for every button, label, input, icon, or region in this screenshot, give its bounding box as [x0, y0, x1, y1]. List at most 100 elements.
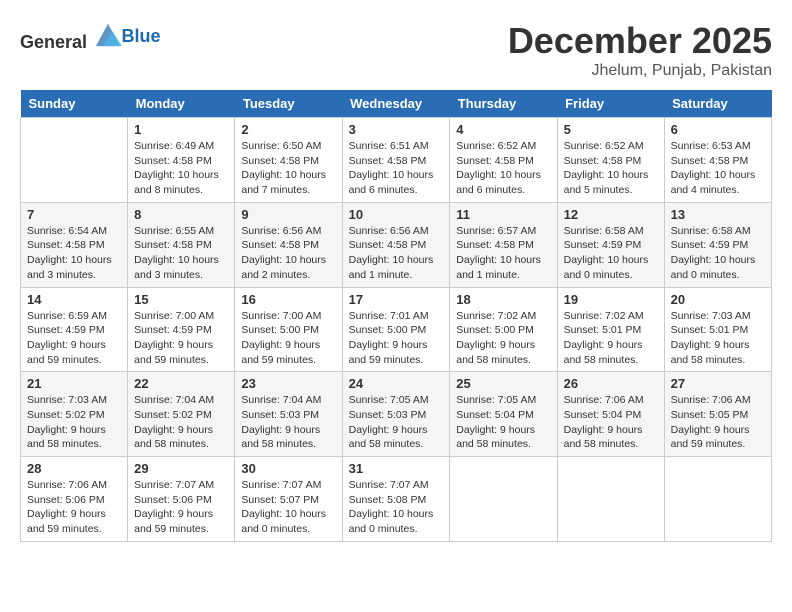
date-number: 15 [134, 292, 228, 307]
calendar-cell: 2 Sunrise: 6:50 AMSunset: 4:58 PMDaylight… [235, 118, 342, 203]
logo-general-text: General [20, 32, 87, 52]
date-number: 9 [241, 207, 335, 222]
cell-info: Sunrise: 7:07 AMSunset: 5:08 PMDaylight:… [349, 478, 444, 537]
calendar-cell: 30 Sunrise: 7:07 AMSunset: 5:07 PMDayligh… [235, 457, 342, 542]
cell-info: Sunrise: 7:01 AMSunset: 5:00 PMDaylight:… [349, 309, 444, 368]
cell-info: Sunrise: 6:55 AMSunset: 4:58 PMDaylight:… [134, 224, 228, 283]
date-number: 13 [671, 207, 765, 222]
calendar-cell [664, 457, 771, 542]
day-header-wednesday: Wednesday [342, 90, 450, 118]
cell-info: Sunrise: 6:58 AMSunset: 4:59 PMDaylight:… [564, 224, 658, 283]
cell-info: Sunrise: 6:53 AMSunset: 4:58 PMDaylight:… [671, 139, 765, 198]
calendar-cell: 26Sunrise: 7:06 AMSunset: 5:04 PMDayligh… [557, 372, 664, 457]
calendar-cell: 13 Sunrise: 6:58 AMSunset: 4:59 PMDayligh… [664, 202, 771, 287]
cell-info: Sunrise: 7:06 AMSunset: 5:05 PMDaylight:… [671, 393, 765, 452]
calendar-cell: 23Sunrise: 7:04 AMSunset: 5:03 PMDayligh… [235, 372, 342, 457]
cell-info: Sunrise: 6:57 AMSunset: 4:58 PMDaylight:… [456, 224, 550, 283]
calendar-cell [21, 118, 128, 203]
cell-info: Sunrise: 7:02 AMSunset: 5:00 PMDaylight:… [456, 309, 550, 368]
calendar-cell: 16 Sunrise: 7:00 AMSunset: 5:00 PMDayligh… [235, 287, 342, 372]
cell-info: Sunrise: 7:00 AMSunset: 5:00 PMDaylight:… [241, 309, 335, 368]
date-number: 11 [456, 207, 550, 222]
cell-info: Sunrise: 6:52 AMSunset: 4:58 PMDaylight:… [564, 139, 658, 198]
cell-info: Sunrise: 7:04 AMSunset: 5:02 PMDaylight:… [134, 393, 228, 452]
date-number: 22 [134, 376, 228, 391]
location-title: Jhelum, Punjab, Pakistan [508, 62, 772, 80]
calendar-cell [557, 457, 664, 542]
header-row: SundayMondayTuesdayWednesdayThursdayFrid… [21, 90, 772, 118]
date-number: 19 [564, 292, 658, 307]
date-number: 30 [241, 461, 335, 476]
cell-info: Sunrise: 6:50 AMSunset: 4:58 PMDaylight:… [241, 139, 335, 198]
day-header-friday: Friday [557, 90, 664, 118]
week-row-3: 14 Sunrise: 6:59 AMSunset: 4:59 PMDayligh… [21, 287, 772, 372]
calendar-cell: 19Sunrise: 7:02 AMSunset: 5:01 PMDayligh… [557, 287, 664, 372]
month-title: December 2025 [508, 20, 772, 62]
cell-info: Sunrise: 6:59 AMSunset: 4:59 PMDaylight:… [27, 309, 121, 368]
calendar-cell: 4Sunrise: 6:52 AMSunset: 4:58 PMDaylight… [450, 118, 557, 203]
date-number: 2 [241, 122, 335, 137]
day-header-monday: Monday [128, 90, 235, 118]
calendar-cell: 22 Sunrise: 7:04 AMSunset: 5:02 PMDayligh… [128, 372, 235, 457]
date-number: 3 [349, 122, 444, 137]
day-header-thursday: Thursday [450, 90, 557, 118]
cell-info: Sunrise: 6:49 AMSunset: 4:58 PMDaylight:… [134, 139, 228, 198]
date-number: 29 [134, 461, 228, 476]
date-number: 25 [456, 376, 550, 391]
date-number: 16 [241, 292, 335, 307]
cell-info: Sunrise: 7:05 AMSunset: 5:04 PMDaylight:… [456, 393, 550, 452]
cell-info: Sunrise: 7:07 AMSunset: 5:06 PMDaylight:… [134, 478, 228, 537]
calendar-cell: 14 Sunrise: 6:59 AMSunset: 4:59 PMDayligh… [21, 287, 128, 372]
logo-blue-text: Blue [122, 26, 161, 46]
date-number: 27 [671, 376, 765, 391]
calendar-cell: 21 Sunrise: 7:03 AMSunset: 5:02 PMDayligh… [21, 372, 128, 457]
calendar-cell: 18 Sunrise: 7:02 AMSunset: 5:00 PMDayligh… [450, 287, 557, 372]
date-number: 28 [27, 461, 121, 476]
calendar-cell: 17 Sunrise: 7:01 AMSunset: 5:00 PMDayligh… [342, 287, 450, 372]
calendar-cell: 1 Sunrise: 6:49 AMSunset: 4:58 PMDaylight… [128, 118, 235, 203]
date-number: 21 [27, 376, 121, 391]
calendar-cell: 9 Sunrise: 6:56 AMSunset: 4:58 PMDaylight… [235, 202, 342, 287]
calendar-cell: 15 Sunrise: 7:00 AMSunset: 4:59 PMDayligh… [128, 287, 235, 372]
cell-info: Sunrise: 7:03 AMSunset: 5:02 PMDaylight:… [27, 393, 121, 452]
calendar-cell: 29 Sunrise: 7:07 AMSunset: 5:06 PMDayligh… [128, 457, 235, 542]
calendar-cell: 6 Sunrise: 6:53 AMSunset: 4:58 PMDaylight… [664, 118, 771, 203]
date-number: 18 [456, 292, 550, 307]
date-number: 6 [671, 122, 765, 137]
date-number: 31 [349, 461, 444, 476]
week-row-5: 28 Sunrise: 7:06 AMSunset: 5:06 PMDayligh… [21, 457, 772, 542]
date-number: 14 [27, 292, 121, 307]
header: General Blue December 2025 Jhelum, Punja… [20, 20, 772, 80]
calendar-cell: 12Sunrise: 6:58 AMSunset: 4:59 PMDayligh… [557, 202, 664, 287]
calendar-cell: 5 Sunrise: 6:52 AMSunset: 4:58 PMDaylight… [557, 118, 664, 203]
cell-info: Sunrise: 6:51 AMSunset: 4:58 PMDaylight:… [349, 139, 444, 198]
cell-info: Sunrise: 6:56 AMSunset: 4:58 PMDaylight:… [349, 224, 444, 283]
calendar-cell: 28 Sunrise: 7:06 AMSunset: 5:06 PMDayligh… [21, 457, 128, 542]
date-number: 1 [134, 122, 228, 137]
day-header-sunday: Sunday [21, 90, 128, 118]
calendar-cell: 8Sunrise: 6:55 AMSunset: 4:58 PMDaylight… [128, 202, 235, 287]
calendar-cell: 7Sunrise: 6:54 AMSunset: 4:58 PMDaylight… [21, 202, 128, 287]
logo: General Blue [20, 20, 161, 53]
date-number: 5 [564, 122, 658, 137]
cell-info: Sunrise: 6:52 AMSunset: 4:58 PMDaylight:… [456, 139, 550, 198]
calendar-table: SundayMondayTuesdayWednesdayThursdayFrid… [20, 90, 772, 542]
calendar-cell: 25 Sunrise: 7:05 AMSunset: 5:04 PMDayligh… [450, 372, 557, 457]
cell-info: Sunrise: 6:56 AMSunset: 4:58 PMDaylight:… [241, 224, 335, 283]
calendar-cell: 24Sunrise: 7:05 AMSunset: 5:03 PMDayligh… [342, 372, 450, 457]
cell-info: Sunrise: 6:54 AMSunset: 4:58 PMDaylight:… [27, 224, 121, 283]
cell-info: Sunrise: 7:00 AMSunset: 4:59 PMDaylight:… [134, 309, 228, 368]
cell-info: Sunrise: 7:06 AMSunset: 5:06 PMDaylight:… [27, 478, 121, 537]
calendar-cell: 27 Sunrise: 7:06 AMSunset: 5:05 PMDayligh… [664, 372, 771, 457]
calendar-cell: 11 Sunrise: 6:57 AMSunset: 4:58 PMDayligh… [450, 202, 557, 287]
calendar-cell: 3 Sunrise: 6:51 AMSunset: 4:58 PMDaylight… [342, 118, 450, 203]
date-number: 10 [349, 207, 444, 222]
date-number: 26 [564, 376, 658, 391]
cell-info: Sunrise: 7:07 AMSunset: 5:07 PMDaylight:… [241, 478, 335, 537]
calendar-cell: 31 Sunrise: 7:07 AMSunset: 5:08 PMDayligh… [342, 457, 450, 542]
date-number: 17 [349, 292, 444, 307]
week-row-4: 21 Sunrise: 7:03 AMSunset: 5:02 PMDayligh… [21, 372, 772, 457]
cell-info: Sunrise: 7:05 AMSunset: 5:03 PMDaylight:… [349, 393, 444, 452]
cell-info: Sunrise: 6:58 AMSunset: 4:59 PMDaylight:… [671, 224, 765, 283]
cell-info: Sunrise: 7:04 AMSunset: 5:03 PMDaylight:… [241, 393, 335, 452]
